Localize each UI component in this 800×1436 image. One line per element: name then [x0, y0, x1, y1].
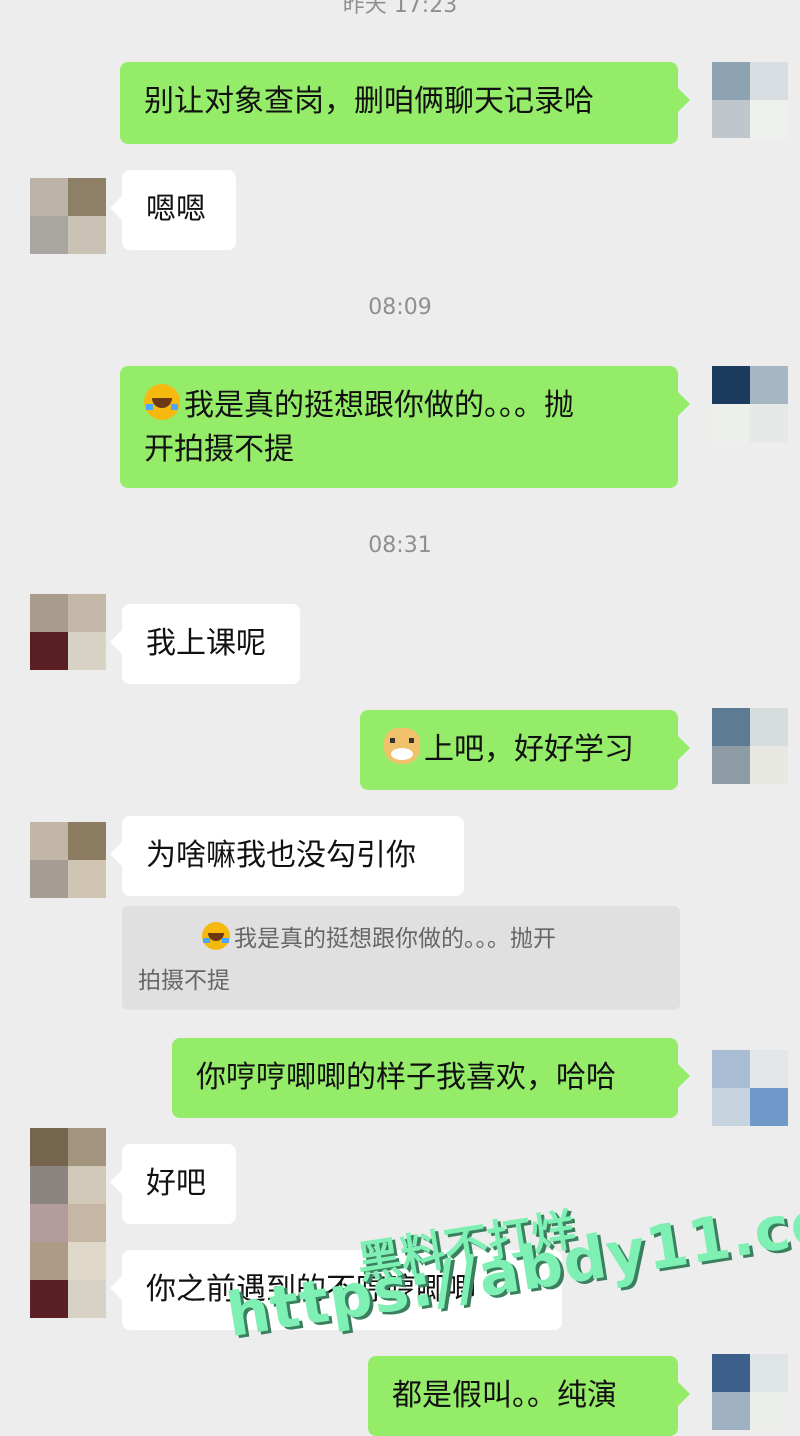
- message-text: 你哼哼唧唧的样子我喜欢，哈哈: [196, 1060, 616, 1095]
- message-bubble-sent[interactable]: 上吧，好好学习: [360, 710, 690, 790]
- my-avatar[interactable]: [712, 708, 788, 784]
- message-text: 别让对象查岗，删咱俩聊天记录哈: [144, 84, 594, 119]
- message-bubble-received[interactable]: 为啥嘛我也没勾引你: [110, 816, 464, 896]
- message-bubble-received[interactable]: 你之前遇到的不哼哼唧唧: [110, 1250, 562, 1330]
- quoted-message[interactable]: 我是真的挺想跟你做的。。。抛开 拍摄不提: [122, 906, 680, 1010]
- timestamp: 08:31: [368, 533, 432, 558]
- my-avatar[interactable]: [712, 62, 788, 138]
- contact-avatar[interactable]: [30, 594, 106, 670]
- laugh-cry-emoji-icon: [144, 384, 180, 420]
- message-bubble-received[interactable]: 好吧: [110, 1144, 236, 1224]
- message-bubble-received[interactable]: 我上课呢: [110, 604, 300, 684]
- message-text: 为啥嘛我也没勾引你: [146, 838, 416, 873]
- message-bubble-sent[interactable]: 我是真的挺想跟你做的。。。抛 开拍摄不提: [120, 366, 690, 488]
- contact-avatar[interactable]: [30, 1128, 106, 1318]
- message-text: 我上课呢: [146, 626, 266, 661]
- message-text: 上吧，好好学习: [424, 732, 634, 767]
- my-avatar[interactable]: [712, 1050, 788, 1126]
- doge-emoji-icon: [384, 728, 420, 764]
- message-text: 你之前遇到的不哼哼唧唧: [146, 1272, 476, 1307]
- contact-avatar[interactable]: [30, 178, 106, 254]
- timestamp: 08:09: [368, 295, 432, 320]
- quote-text: 拍摄不提: [138, 968, 230, 994]
- message-text: 开拍摄不提: [144, 432, 294, 467]
- message-bubble-sent[interactable]: 都是假叫。。纯演: [368, 1356, 690, 1436]
- quote-text: 我是真的挺想跟你做的。。。抛开: [234, 926, 556, 952]
- message-text: 嗯嗯: [146, 192, 206, 227]
- message-bubble-sent[interactable]: 你哼哼唧唧的样子我喜欢，哈哈: [172, 1038, 690, 1118]
- message-bubble-sent[interactable]: 别让对象查岗，删咱俩聊天记录哈: [120, 62, 690, 144]
- my-avatar[interactable]: [712, 366, 788, 442]
- message-text: 都是假叫。。纯演: [392, 1378, 617, 1413]
- my-avatar[interactable]: [712, 1354, 788, 1430]
- message-bubble-received[interactable]: 嗯嗯: [110, 170, 236, 250]
- laugh-cry-emoji-icon: [202, 922, 230, 950]
- message-text: 好吧: [146, 1166, 206, 1201]
- contact-avatar[interactable]: [30, 822, 106, 898]
- message-text: 我是真的挺想跟你做的。。。抛: [184, 388, 574, 423]
- timestamp: 昨天 17:23: [342, 0, 458, 18]
